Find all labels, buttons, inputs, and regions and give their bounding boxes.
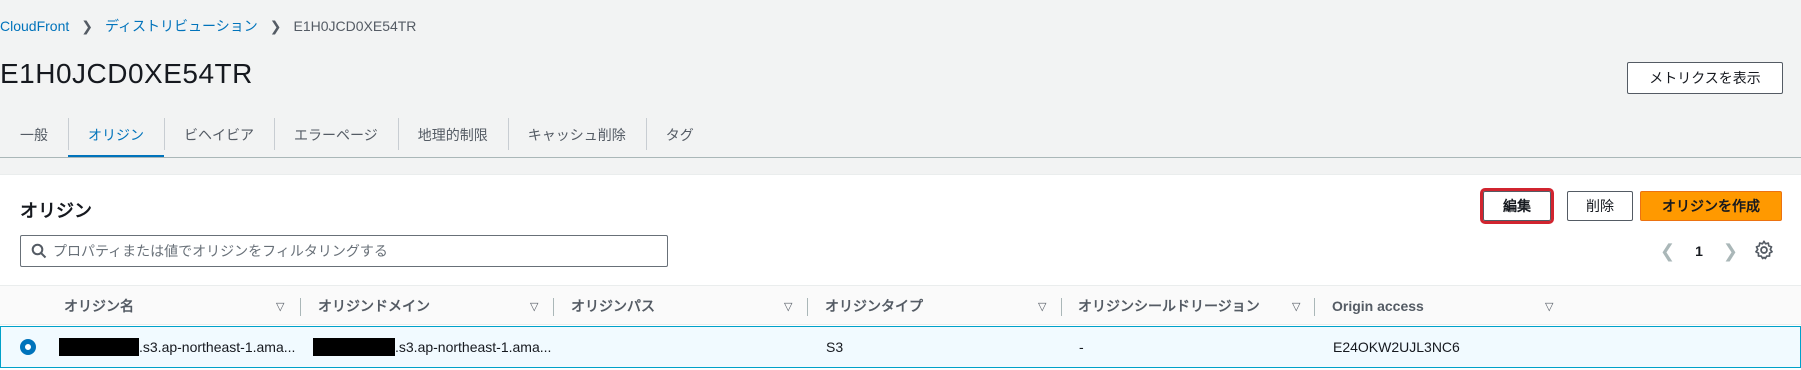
chevron-right-icon: ❯ bbox=[269, 17, 282, 34]
cell-shield-region: - bbox=[1079, 339, 1084, 355]
tab-behaviors[interactable]: ビヘイビア bbox=[164, 112, 274, 158]
breadcrumb: CloudFront ❯ ディストリビューション ❯ E1H0JCD0XE54T… bbox=[0, 16, 416, 36]
column-header-origin-access[interactable]: Origin access bbox=[1332, 286, 1424, 326]
edit-button[interactable]: 編集 bbox=[1480, 188, 1554, 224]
column-header-origin-domain[interactable]: オリジンドメイン bbox=[318, 286, 430, 326]
tab-general[interactable]: 一般 bbox=[0, 112, 68, 158]
chevron-right-icon: ❯ bbox=[81, 17, 93, 34]
next-page-icon[interactable]: ❯ bbox=[1723, 241, 1738, 262]
column-resizer[interactable] bbox=[807, 298, 808, 316]
column-resizer[interactable] bbox=[553, 298, 554, 316]
table-row[interactable]: .s3.ap-northeast-1.ama... .s3.ap-northea… bbox=[0, 326, 1801, 368]
cell-origin-domain: .s3.ap-northeast-1.ama... bbox=[313, 327, 551, 367]
sort-icon[interactable]: ▽ bbox=[1038, 286, 1046, 326]
column-header-origin-type[interactable]: オリジンタイプ bbox=[825, 286, 923, 326]
tab-invalidations[interactable]: キャッシュ削除 bbox=[507, 112, 646, 158]
origins-panel: オリジン 編集 削除 オリジンを作成 ❮ 1 ❯ オリジン名 ▽ オリジンドメイ… bbox=[0, 174, 1801, 370]
sort-icon[interactable]: ▽ bbox=[784, 286, 792, 326]
sort-icon[interactable]: ▽ bbox=[1545, 286, 1553, 326]
search-input[interactable] bbox=[53, 243, 667, 259]
view-metrics-button[interactable]: メトリクスを表示 bbox=[1627, 62, 1783, 94]
cell-origin-type: S3 bbox=[826, 339, 844, 355]
column-resizer[interactable] bbox=[1061, 298, 1062, 316]
filter-search-box[interactable] bbox=[20, 235, 668, 267]
redacted-block bbox=[59, 338, 139, 356]
sort-icon[interactable]: ▽ bbox=[276, 286, 284, 326]
tab-error-pages[interactable]: エラーページ bbox=[274, 112, 398, 158]
page-title: E1H0JCD0XE54TR bbox=[0, 58, 253, 89]
delete-button[interactable]: 削除 bbox=[1567, 191, 1633, 221]
redacted-block bbox=[313, 338, 395, 356]
pagination: ❮ 1 ❯ bbox=[1660, 239, 1738, 263]
previous-page-icon[interactable]: ❮ bbox=[1660, 241, 1675, 262]
search-icon bbox=[31, 243, 47, 259]
cell-origin-name: .s3.ap-northeast-1.ama... bbox=[59, 327, 295, 367]
breadcrumb-current: E1H0JCD0XE54TR bbox=[293, 18, 417, 34]
column-resizer[interactable] bbox=[1314, 298, 1315, 316]
row-select-radio[interactable] bbox=[20, 339, 36, 355]
column-header-origin-name[interactable]: オリジン名 bbox=[64, 286, 134, 326]
sort-icon[interactable]: ▽ bbox=[530, 286, 538, 326]
column-header-shield-region[interactable]: オリジンシールドリージョン bbox=[1078, 286, 1260, 326]
tab-origins[interactable]: オリジン bbox=[68, 112, 164, 158]
create-origin-button[interactable]: オリジンを作成 bbox=[1640, 191, 1782, 221]
tabs-divider bbox=[0, 157, 1801, 158]
sort-icon[interactable]: ▽ bbox=[1292, 286, 1300, 326]
page-number[interactable]: 1 bbox=[1695, 243, 1703, 259]
column-header-origin-path[interactable]: オリジンパス bbox=[571, 286, 655, 326]
tab-bar: 一般 オリジン ビヘイビア エラーページ 地理的制限 キャッシュ削除 タグ bbox=[0, 112, 714, 158]
cell-origin-access: E24OKW2UJL3NC6 bbox=[1333, 339, 1460, 355]
tab-geo-restrictions[interactable]: 地理的制限 bbox=[397, 112, 508, 158]
table-header: オリジン名 ▽ オリジンドメイン ▽ オリジンパス ▽ オリジンタイプ ▽ オリ… bbox=[0, 285, 1801, 325]
gear-icon[interactable] bbox=[1753, 239, 1775, 261]
column-resizer[interactable] bbox=[300, 298, 301, 316]
origins-table: オリジン名 ▽ オリジンドメイン ▽ オリジンパス ▽ オリジンタイプ ▽ オリ… bbox=[0, 285, 1801, 368]
breadcrumb-cloudfront-link[interactable]: CloudFront bbox=[0, 18, 69, 34]
origins-panel-title: オリジン bbox=[20, 201, 92, 221]
tab-tags[interactable]: タグ bbox=[645, 112, 714, 158]
breadcrumb-distributions-link[interactable]: ディストリビューション bbox=[105, 16, 258, 36]
